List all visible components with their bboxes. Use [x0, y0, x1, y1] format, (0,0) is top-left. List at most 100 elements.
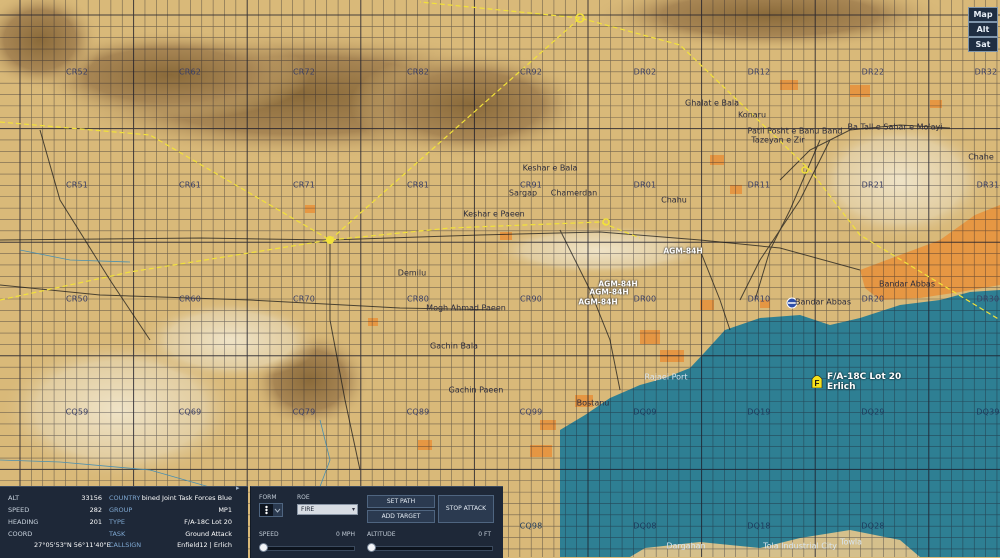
- speed-slider-value: 0 MPH: [335, 531, 355, 538]
- highland: [140, 300, 320, 380]
- speed-slider-handle[interactable]: [259, 543, 268, 552]
- town-label: Ghalat e Bala: [685, 98, 739, 108]
- unit-marker-letter: F: [815, 379, 820, 388]
- town-label: Chamerdan: [550, 188, 598, 198]
- alt-value: 33156: [81, 494, 102, 502]
- grid-label: CR62: [178, 67, 202, 77]
- roe-select[interactable]: FIRE ▾: [297, 504, 358, 515]
- town-label: Bandar Abbas: [879, 279, 935, 289]
- grid-label: DR22: [861, 67, 885, 77]
- grid-label: CR92: [519, 67, 543, 77]
- callsign-value: Enfield12 | Erlich: [177, 541, 232, 549]
- callsign-label: CALLSIGN: [109, 541, 142, 549]
- grid-label: CR82: [406, 67, 430, 77]
- map-canvas[interactable]: [0, 0, 1000, 557]
- grid-label: DQ39: [976, 407, 1000, 417]
- grid-label: DR12: [747, 67, 771, 77]
- grid-label: CR72: [292, 67, 316, 77]
- altitude-slider-value: 0 FT: [478, 531, 491, 538]
- unit-control-panel: FORM ROE FIRE ▾ SET PATH ADD TARGET STOP…: [250, 486, 503, 558]
- add-target-button[interactable]: ADD TARGET: [367, 510, 435, 523]
- unit-type-label: F/A-18C Lot 20: [827, 372, 902, 382]
- type-label: TYPE: [109, 518, 125, 526]
- town-label: Patil Posht e Banu Band: [747, 126, 843, 136]
- grid-label: DR32: [974, 67, 998, 77]
- altitude-slider[interactable]: [369, 546, 493, 551]
- town-label: Keshar e Bala: [522, 163, 578, 173]
- town-label: Dargahan: [666, 541, 706, 551]
- heading-value: 201: [89, 518, 102, 526]
- town-label: Gachin Bala: [430, 341, 478, 351]
- town-label: Konaru: [737, 110, 767, 120]
- grid-label: CR60: [178, 294, 202, 304]
- town-label: Ba Tall e Sahar e Mo'ayi: [847, 122, 943, 132]
- grid-label: CR50: [65, 294, 89, 304]
- grid-label: DR21: [861, 180, 885, 190]
- speed-label: SPEED: [8, 506, 30, 514]
- grid-label: DR00: [633, 294, 657, 304]
- coord-value: 27°05'53"N 56°11'40"E: [34, 541, 111, 549]
- grid-label: DQ19: [747, 407, 771, 417]
- formation-selector[interactable]: [259, 503, 283, 517]
- grid-label: CR61: [178, 180, 202, 190]
- country-value: bined Joint Task Forces Blue: [141, 494, 232, 502]
- unit-info-panel: ▸ ALT 33156 SPEED 282 HEADING 201 COORD …: [0, 484, 248, 558]
- coord-label: COORD: [8, 530, 33, 538]
- grid-label: DR20: [861, 294, 885, 304]
- grid-label: DQ08: [633, 521, 657, 531]
- town-label: Bandar Abbas: [795, 297, 851, 307]
- town-label: Chahe: [968, 152, 994, 162]
- type-value: F/A-18C Lot 20: [184, 518, 232, 526]
- grid-label: CQ98: [519, 521, 543, 531]
- grid-label: CR90: [519, 294, 543, 304]
- grid-label: DQ18: [747, 521, 771, 531]
- stop-attack-button[interactable]: STOP ATTACK: [438, 495, 494, 523]
- collapse-icon[interactable]: ▸: [236, 484, 244, 492]
- grid-label: CR71: [292, 180, 316, 190]
- weapon-track-label: AGM-84H: [578, 297, 618, 307]
- waypoint-icon[interactable]: [326, 236, 334, 244]
- grid-label: CR70: [292, 294, 316, 304]
- altitude-slider-label: ALTITUDE: [367, 531, 396, 538]
- grid-label: CR52: [65, 67, 89, 77]
- alt-label: ALT: [8, 494, 20, 502]
- grid-label: CR80: [406, 294, 430, 304]
- town-label: Chahu: [661, 195, 687, 205]
- weapon-track-label: AGM-84H: [589, 287, 629, 297]
- heading-label: HEADING: [8, 518, 39, 526]
- unit-pilot-label: Erlich: [827, 382, 856, 392]
- grid-label: DR10: [747, 294, 771, 304]
- roe-select-value: FIRE: [301, 506, 315, 513]
- altitude-slider-handle[interactable]: [367, 543, 376, 552]
- grid-label: DR30: [976, 294, 1000, 304]
- map-mode-button[interactable]: Map: [968, 7, 998, 22]
- unit-label[interactable]: F/A-18C Lot 20 Erlich: [827, 372, 901, 392]
- town-label: Towla: [839, 537, 863, 547]
- speed-slider-label: SPEED: [259, 531, 279, 538]
- town-label: Bostanu: [576, 398, 610, 408]
- sat-mode-button[interactable]: Sat: [968, 37, 998, 52]
- grid-label: DR02: [633, 67, 657, 77]
- chevron-down-icon: ▾: [351, 506, 355, 513]
- town-label: Mogh Ahmad Paeen: [426, 303, 506, 313]
- grid-label: CQ59: [65, 407, 89, 417]
- town-label: Gachin Paeen: [448, 385, 504, 395]
- weapon-track-label: AGM-84H: [663, 246, 703, 256]
- formation-icon: [260, 504, 281, 516]
- roe-label: ROE: [297, 494, 310, 501]
- grid-label: DR31: [976, 180, 1000, 190]
- grid-label: CQ99: [519, 407, 543, 417]
- grid-label: CQ89: [406, 407, 430, 417]
- group-label: GROUP: [109, 506, 133, 514]
- alt-mode-button[interactable]: Alt: [968, 22, 998, 37]
- town-label: Keshar e Paeen: [463, 209, 525, 219]
- set-path-button[interactable]: SET PATH: [367, 495, 435, 508]
- form-label: FORM: [259, 494, 277, 501]
- aircraft-unit-icon[interactable]: F: [811, 374, 823, 388]
- grid-label: DR01: [633, 180, 657, 190]
- speed-value: 282: [89, 506, 102, 514]
- grid-label: CQ69: [178, 407, 202, 417]
- speed-slider[interactable]: [261, 546, 355, 551]
- town-label: Tazeyan e Zir: [751, 135, 805, 145]
- grid-label: DQ28: [861, 521, 885, 531]
